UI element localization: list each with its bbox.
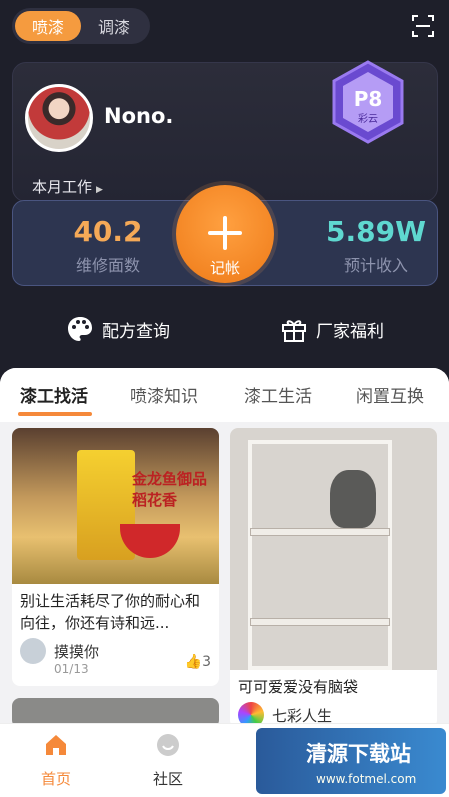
watermark-logo: 清源下载站 www.fotmel.com: [256, 728, 446, 794]
svg-text:P8: P8: [354, 87, 383, 111]
home-icon: [46, 735, 66, 755]
repair-count-label: 维修面数: [75, 256, 140, 275]
watermark-text: 清源下载站: [306, 742, 411, 766]
palette-icon: [68, 317, 92, 341]
shelf-board: [250, 618, 390, 626]
tab-spray-knowledge[interactable]: 喷漆知识: [130, 382, 198, 407]
formula-query-link[interactable]: 配方查询: [66, 315, 170, 343]
nav-home-label: 首页: [40, 770, 71, 788]
estimated-income-value: 5.89W: [326, 215, 426, 248]
tab-active-indicator: [18, 412, 92, 416]
tab-secondhand[interactable]: 闲置互换: [356, 382, 424, 407]
feed-tabs: 漆工找活 喷漆知识 漆工生活 闲置互换: [0, 368, 449, 422]
gift-icon: [282, 320, 306, 342]
watermark-url: www.fotmel.com: [316, 772, 417, 786]
nav-community-label: 社区: [152, 770, 183, 788]
mode-tab-spray[interactable]: 喷漆: [15, 11, 81, 41]
estimated-income-stat: 5.89W 预计收入: [301, 215, 449, 276]
nav-home[interactable]: 首页: [16, 732, 96, 789]
level-badge-icon[interactable]: P8 彩云: [330, 60, 406, 144]
tab-painter-life[interactable]: 漆工生活: [244, 382, 312, 407]
estimated-income-label: 预计收入: [343, 256, 408, 275]
plus-icon-vertical: [223, 216, 227, 250]
svg-text:彩云: 彩云: [358, 113, 378, 125]
like-count: 3: [202, 654, 211, 670]
author-avatar: [20, 638, 46, 664]
mode-switch: 喷漆 调漆: [12, 8, 150, 44]
scan-icon[interactable]: [411, 14, 435, 38]
shelf-board: [250, 528, 390, 536]
shelf-frame: [248, 440, 392, 670]
username: Nono.: [104, 104, 174, 128]
feed-card[interactable]: 金龙鱼御品稻花香 别让生活耗尽了你的耐心和向往，你还有诗和远... 摸摸你 01…: [12, 428, 219, 686]
formula-query-label: 配方查询: [102, 321, 170, 342]
add-record-button[interactable]: 记帐: [176, 185, 274, 283]
like-button[interactable]: 👍 3: [185, 654, 211, 670]
month-work-text: 本月工作: [32, 178, 93, 196]
community-icon: [157, 734, 179, 756]
rice-ad-image: 金龙鱼御品稻花香: [12, 428, 219, 584]
mode-tab-mix[interactable]: 调漆: [81, 11, 147, 41]
caret-right-icon: ▶: [96, 185, 103, 195]
cat-on-shelf-image: [230, 428, 437, 670]
repair-count-stat: 40.2 维修面数: [33, 215, 183, 276]
feed-card-title: 别让生活耗尽了你的耐心和向往，你还有诗和远...: [20, 592, 201, 632]
feed-card[interactable]: 可可爱爱没有脑袋 七彩人生: [230, 428, 437, 728]
tab-find-work[interactable]: 漆工找活: [20, 382, 88, 407]
factory-benefits-link[interactable]: 厂家福利: [280, 315, 384, 343]
author-name: 摸摸你: [54, 642, 100, 661]
factory-benefits-label: 厂家福利: [316, 321, 384, 342]
repair-count-value: 40.2: [73, 215, 143, 248]
cat-shape: [330, 470, 376, 528]
thumbs-up-icon: 👍: [184, 654, 203, 670]
avatar[interactable]: [25, 84, 93, 152]
ad-headline: 金龙鱼御品稻花香: [132, 470, 208, 509]
feed-card-title: 可可爱爱没有脑袋: [238, 678, 359, 696]
feed-card-date: 01/13: [54, 662, 89, 676]
month-work-label[interactable]: 本月工作 ▶: [32, 176, 103, 197]
add-record-label: 记帐: [209, 259, 240, 277]
nav-community[interactable]: 社区: [128, 732, 208, 789]
